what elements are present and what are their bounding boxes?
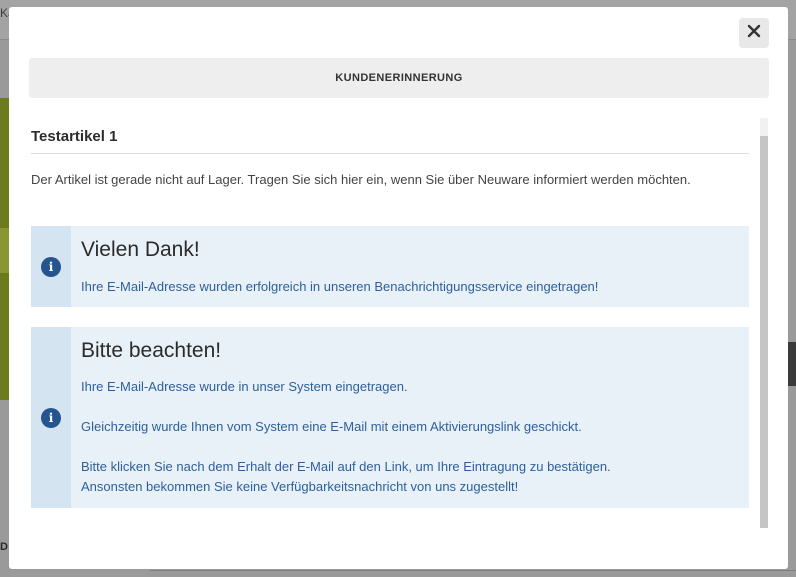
alert-icon-column: i xyxy=(31,226,71,307)
intro-text: Der Artikel ist gerade nicht auf Lager. … xyxy=(31,172,691,187)
alert-text: Gleichzeitig wurde Ihnen vom System eine… xyxy=(81,419,582,434)
modal-content: Testartikel 1 Der Artikel ist gerade nic… xyxy=(31,118,759,528)
modal-title: KUNDENERINNERUNG xyxy=(29,58,769,98)
alert-icon-column: i xyxy=(31,327,71,508)
alert-heading: Vielen Dank! xyxy=(81,238,200,261)
product-title: Testartikel 1 xyxy=(31,128,118,145)
alert-heading: Bitte beachten! xyxy=(81,339,222,362)
close-icon xyxy=(747,24,761,43)
background-banner-band xyxy=(0,228,9,273)
alert-text: Ihre E-Mail-Adresse wurden erfolgreich i… xyxy=(81,279,599,294)
reminder-modal: KUNDENERINNERUNG Testartikel 1 Der Artik… xyxy=(9,7,788,569)
info-icon: i xyxy=(41,256,61,277)
title-divider xyxy=(31,153,749,154)
notice-alert: i Bitte beachten! Ihre E-Mail-Adresse wu… xyxy=(31,327,749,508)
background-divider xyxy=(150,570,796,571)
background-dark-element xyxy=(788,342,796,386)
scrollbar-thumb[interactable] xyxy=(760,136,768,528)
success-alert: i Vielen Dank! Ihre E-Mail-Adresse wurde… xyxy=(31,226,749,307)
alert-text: Ihre E-Mail-Adresse wurde in unser Syste… xyxy=(81,379,408,394)
alert-text: Ansonsten bekommen Sie keine Verfügbarke… xyxy=(81,479,519,494)
scrollbar[interactable] xyxy=(760,118,768,528)
info-icon: i xyxy=(41,407,61,428)
background-letter: D xyxy=(0,541,8,553)
alert-body: Bitte beachten! Ihre E-Mail-Adresse wurd… xyxy=(81,327,739,497)
alert-body: Vielen Dank! Ihre E-Mail-Adresse wurden … xyxy=(81,226,739,297)
alert-text: Bitte klicken Sie nach dem Erhalt der E-… xyxy=(81,459,611,474)
close-button[interactable] xyxy=(739,18,769,48)
